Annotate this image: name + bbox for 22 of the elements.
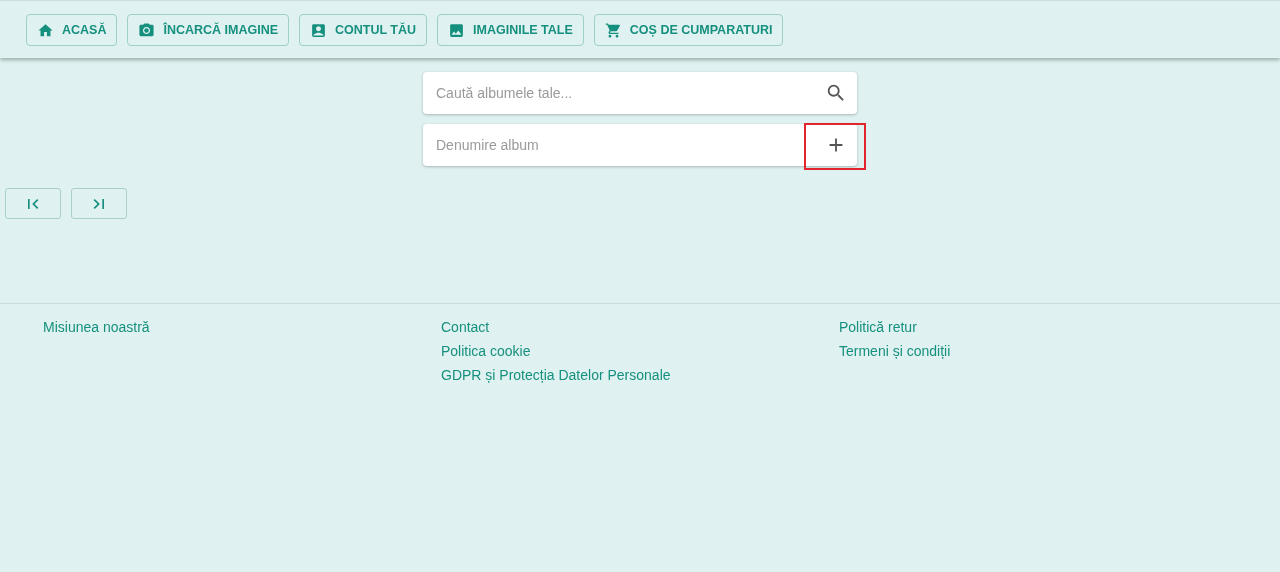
footer-link[interactable]: GDPR și Protecția Datelor Personale [441, 366, 839, 385]
footer-link[interactable]: Politica cookie [441, 342, 839, 361]
cart-icon [604, 21, 622, 39]
image-icon [448, 21, 466, 39]
account-icon [310, 21, 328, 39]
search-field[interactable]: Caută albumele tale... [434, 84, 825, 102]
nav-button[interactable]: ÎNCARCĂ IMAGINE [127, 14, 290, 46]
nav-button[interactable]: CONTUL TĂU [299, 14, 428, 46]
search-button[interactable] [825, 82, 847, 104]
footer-link[interactable]: Termeni și condiții [839, 342, 1237, 361]
album-name-box[interactable]: Denumire album [423, 124, 857, 166]
search-box[interactable]: Caută albumele tale... [423, 72, 857, 114]
home-icon [37, 21, 54, 39]
search-icon [825, 82, 847, 104]
nav-button[interactable]: COȘ DE CUMPARATURI [593, 14, 784, 46]
camera-icon [138, 21, 156, 39]
nav-button[interactable]: ACASĂ [26, 14, 118, 46]
album-name-field[interactable]: Denumire album [434, 136, 825, 154]
footer-link[interactable]: Misiunea noastră [43, 318, 441, 337]
footer-link[interactable]: Politică retur [839, 318, 1237, 337]
nav-button[interactable]: IMAGINILE TALE [437, 14, 584, 46]
footer-link[interactable]: Contact [441, 318, 839, 337]
